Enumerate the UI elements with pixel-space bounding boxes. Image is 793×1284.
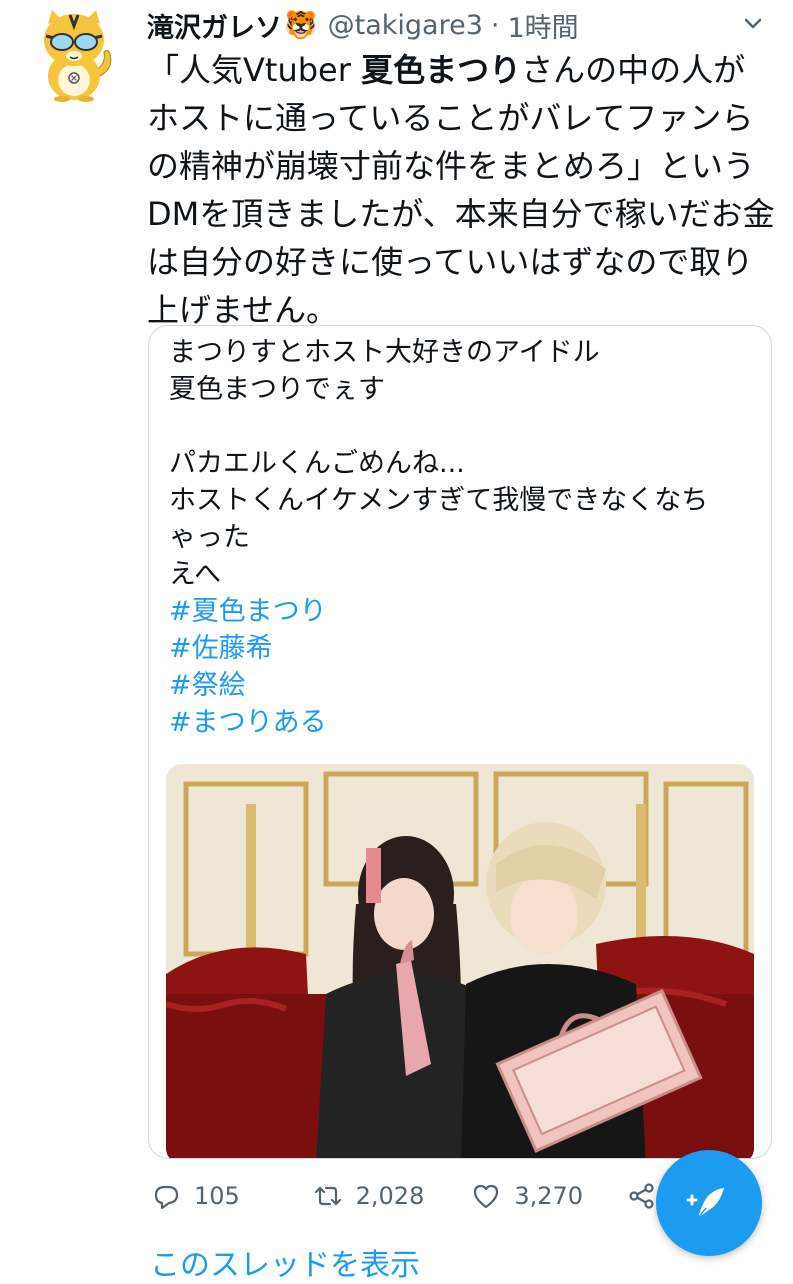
quote-line: まつりすとホスト大好きのアイドル xyxy=(169,337,600,368)
quote-line: 夏色まつりでぇす xyxy=(169,374,385,405)
tweet-text-part: さんの中の人がホストに通っていることがバレてファンらの精神が崩壊寸前な件をまとめ… xyxy=(147,51,775,329)
like-icon xyxy=(474,1184,499,1209)
reply-count: 105 xyxy=(194,1182,240,1210)
hashtag-link[interactable]: #祭絵 xyxy=(169,667,749,704)
hashtag-link[interactable]: #まつりある xyxy=(169,704,749,741)
like-count: 3,270 xyxy=(514,1182,584,1210)
separator-dot: · xyxy=(490,9,500,41)
quoted-tweet-photo[interactable] xyxy=(166,764,754,1158)
reply-icon xyxy=(154,1185,179,1210)
show-thread-link[interactable]: このスレッドを表示 xyxy=(150,1240,420,1284)
hashtag-link[interactable]: #夏色まつり xyxy=(169,593,749,630)
author-handle[interactable]: @takigare3 xyxy=(328,10,483,41)
share-icon xyxy=(629,1183,654,1209)
retweet-icon xyxy=(314,1186,341,1206)
reply-button[interactable]: 105 xyxy=(150,1180,312,1212)
author-name[interactable]: 滝沢ガレソ xyxy=(147,6,282,45)
quote-line: ホストくんイケメンすぎて我慢できなくなち xyxy=(169,485,709,516)
quote-line xyxy=(169,408,749,445)
tweet-timestamp[interactable]: 1時間 xyxy=(507,6,578,45)
avatar[interactable] xyxy=(34,6,116,102)
tweet-text: 「人気Vtuber 夏色まつりさんの中の人がホストに通っていることがバレてファン… xyxy=(147,46,777,334)
quoted-tweet-text: まつりすとホスト大好きのアイドル 夏色まつりでぇす パカエルくんごめんね... … xyxy=(169,334,749,741)
tweet-text-bold: 夏色まつり xyxy=(361,51,522,89)
quote-line: ゃった xyxy=(169,522,250,553)
quote-line: パカエルくんごめんね... xyxy=(169,448,465,479)
caret-down-icon[interactable] xyxy=(739,10,767,38)
quoted-tweet-card[interactable]: まつりすとホスト大好きのアイドル 夏色まつりでぇす パカエルくんごめんね... … xyxy=(148,325,772,1159)
hashtag-link[interactable]: #佐藤希 xyxy=(169,630,749,667)
compose-tweet-button[interactable] xyxy=(656,1150,762,1256)
retweet-count: 2,028 xyxy=(355,1182,425,1210)
author-emoji: 🐯 xyxy=(284,10,318,41)
quote-line: えへ xyxy=(169,559,222,590)
tweet-action-bar: 105 2,028 3,270 xyxy=(150,1176,670,1216)
retweet-button[interactable]: 2,028 xyxy=(312,1180,471,1212)
like-button[interactable]: 3,270 xyxy=(470,1180,626,1212)
compose-tweet-icon xyxy=(686,1188,724,1219)
tweet-header: 滝沢ガレソ 🐯 @takigare3 · 1時間 xyxy=(147,6,763,45)
tweet-text-part: 「人気Vtuber xyxy=(147,51,362,89)
